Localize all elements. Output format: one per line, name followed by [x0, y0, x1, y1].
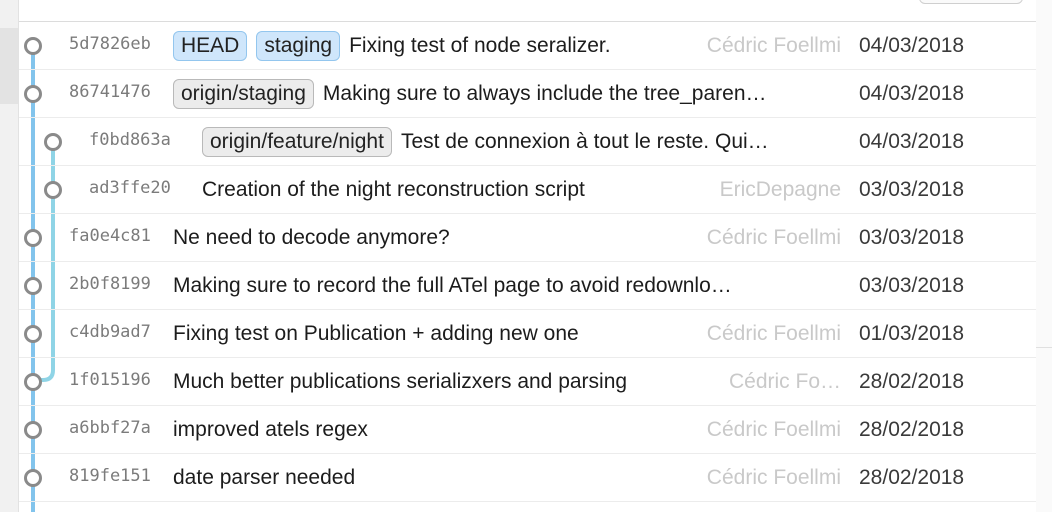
commit-content: Creation of the night reconstruction scr…	[202, 166, 585, 214]
commit-author: Cédric Foellmi	[706, 418, 841, 441]
right-panel-edge	[1036, 0, 1052, 512]
toolbar-button[interactable]	[919, 0, 1023, 4]
commit-date: 28/02/2018	[859, 466, 965, 489]
commit-message: Much better publications serializxers an…	[173, 370, 628, 393]
commit-message: Ne need to decode anymore?	[173, 226, 450, 249]
commit-row[interactable]: 819fe151 date parser needed Cédric Foellmi…	[19, 454, 1037, 502]
commit-date: 04/03/2018	[859, 34, 965, 57]
commit-row[interactable]: a6bbf27a improved atels regex Cédric Foell…	[19, 406, 1037, 454]
commit-author: Cédric Foellmi	[706, 322, 841, 345]
commit-message: Test de connexion à tout le reste. Qui…	[400, 130, 769, 153]
sidebar-selection-highlight	[0, 28, 18, 104]
commit-date: 03/03/2018	[859, 178, 965, 201]
commit-content: improved atels regex	[173, 406, 368, 454]
commit-content: origin/staging Making sure to always incl…	[173, 70, 767, 118]
commit-row[interactable]: ad3ffe20 Creation of the night reconstruc…	[19, 166, 1037, 214]
commit-author: Cédric Foellmi	[706, 226, 841, 249]
commit-hash: 86741476	[69, 82, 151, 102]
commit-row[interactable]: fa0e4c81 Ne need to decode anymore? Cédric…	[19, 214, 1037, 262]
commit-hash: ad3ffe20	[89, 178, 171, 198]
right-panel-divider	[1036, 347, 1052, 348]
commit-message: Fixing test on Publication + adding new …	[173, 322, 579, 345]
commit-content: HEAD staging Fixing test of node seralizer…	[173, 22, 611, 70]
commit-date: 28/02/2018	[859, 418, 965, 441]
commit-author: Cédric Foellmi	[706, 466, 841, 489]
commit-hash: fa0e4c81	[69, 226, 151, 246]
commit-date: 01/03/2018	[859, 322, 965, 345]
commit-hash: c4db9ad7	[69, 322, 151, 342]
commit-date: 03/03/2018	[859, 274, 965, 297]
commit-message: Making sure to record the full ATel page…	[173, 274, 732, 297]
commit-content: Ne need to decode anymore?	[173, 214, 450, 262]
commit-author: EricDepagne	[719, 178, 841, 201]
commit-date: 28/02/2018	[859, 370, 965, 393]
commit-history-panel: 5d7826eb HEAD staging Fixing test of node s…	[18, 0, 1038, 512]
commit-message: Fixing test of node seralizer.	[349, 34, 611, 57]
commit-author: Cédric Foellmi	[706, 34, 841, 57]
commit-content: Much better publications serializxers an…	[173, 358, 627, 406]
commit-content: Making sure to record the full ATel page…	[173, 262, 732, 310]
commit-row[interactable]: 1f015196 Much better publications seriali…	[19, 358, 1037, 406]
commit-row[interactable]: c4db9ad7 Fixing test on Publication + add…	[19, 310, 1037, 358]
commit-hash: 819fe151	[69, 466, 151, 486]
commit-hash: 2b0f8199	[69, 274, 151, 294]
commit-row[interactable]: 5d7826eb HEAD staging Fixing test of node s…	[19, 22, 1037, 70]
remote-branch-badge[interactable]: origin/staging	[173, 79, 314, 109]
commit-row[interactable]: f0bd863a origin/feature/night Test de conn…	[19, 118, 1037, 166]
commit-content: origin/feature/night Test de connexion à …	[202, 118, 769, 166]
branch-badge[interactable]: staging	[256, 31, 341, 61]
commit-row[interactable]: 86741476 origin/staging Making sure to alw…	[19, 70, 1037, 118]
commit-hash: 5d7826eb	[69, 34, 151, 54]
history-toolbar	[19, 0, 1037, 22]
commit-message: date parser needed	[173, 466, 356, 489]
commit-content: date parser needed	[173, 454, 355, 502]
commit-message: Making sure to always include the tree_p…	[322, 82, 767, 105]
commit-hash: f0bd863a	[89, 130, 171, 150]
commit-hash: 1f015196	[69, 370, 151, 390]
remote-branch-badge[interactable]: origin/feature/night	[202, 127, 392, 157]
left-sidebar-edge	[0, 0, 18, 512]
commit-date: 04/03/2018	[859, 130, 965, 153]
branch-badge[interactable]: HEAD	[173, 31, 248, 61]
commit-message: improved atels regex	[173, 418, 368, 441]
commit-hash: a6bbf27a	[69, 418, 151, 438]
commit-date: 04/03/2018	[859, 82, 965, 105]
commit-date: 03/03/2018	[859, 226, 965, 249]
commit-author: Cédric Fo…	[728, 370, 841, 393]
commit-row[interactable]: 2b0f8199 Making sure to record the full A…	[19, 262, 1037, 310]
commit-content: Fixing test on Publication + adding new …	[173, 310, 579, 358]
commit-message: Creation of the night reconstruction scr…	[202, 178, 585, 201]
